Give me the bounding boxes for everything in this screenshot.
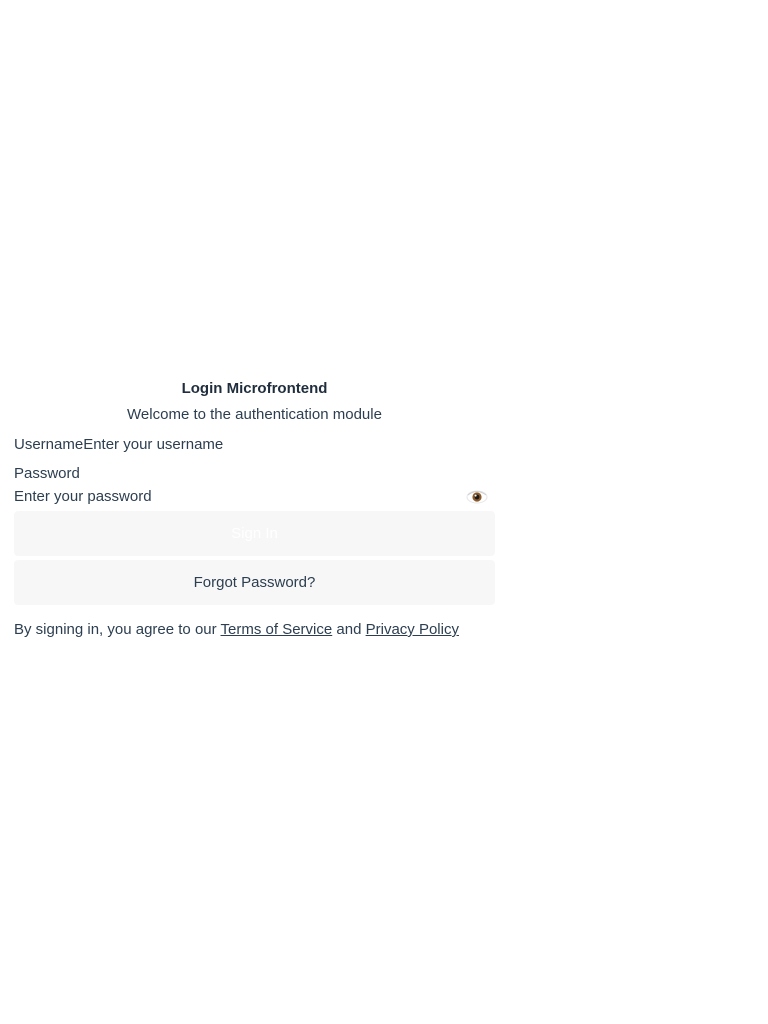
username-label: Username: [14, 436, 84, 453]
privacy-policy-link[interactable]: Privacy Policy: [366, 621, 459, 638]
terms-of-service-link[interactable]: Terms of Service: [221, 621, 333, 638]
terms-conjunction: and: [332, 621, 366, 638]
page-title: Login Microfrontend: [181, 380, 328, 397]
password-label: Password: [14, 465, 80, 482]
username-input[interactable]: Enter your username: [83, 436, 223, 453]
terms-prefix: By signing in, you agree to our: [14, 621, 221, 638]
username-field: UsernameEnter your username: [14, 434, 495, 455]
password-field: Enter your password: [14, 484, 495, 510]
sign-in-button[interactable]: Sign In: [14, 511, 495, 556]
login-card: Login Microfrontend Welcome to the authe…: [14, 376, 495, 641]
terms-notice: By signing in, you agree to our Terms of…: [14, 619, 495, 641]
page-subtitle: Welcome to the authentication module: [127, 406, 382, 423]
password-input[interactable]: Enter your password: [14, 488, 152, 505]
forgot-password-button[interactable]: Forgot Password?: [14, 560, 495, 605]
eye-icon[interactable]: [465, 487, 489, 507]
